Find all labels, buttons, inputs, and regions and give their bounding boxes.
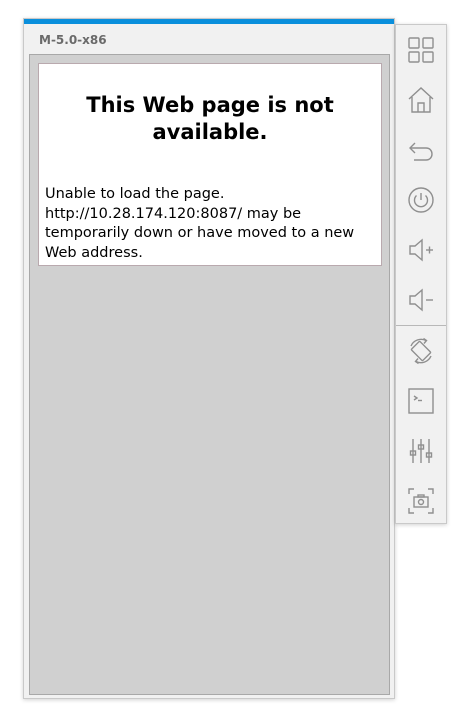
power-button[interactable]: [396, 175, 446, 225]
window-title: M-5.0-x86: [39, 33, 107, 47]
back-button[interactable]: [396, 125, 446, 175]
volume-up-icon: [409, 238, 433, 262]
back-arrow-icon: [409, 142, 433, 161]
rotate-icon: [410, 337, 432, 365]
error-message-line-2: http://10.28.174.120:8087/ may be: [45, 205, 302, 222]
error-message: Unable to load the page. http://10.28.17…: [45, 185, 375, 263]
emulator-toolbar: [395, 24, 447, 524]
screenshot-button[interactable]: [396, 476, 446, 526]
camera-icon: [408, 488, 434, 514]
volume-up-button[interactable]: [396, 225, 446, 275]
error-title: This Web page is not available.: [55, 92, 365, 146]
device-screen[interactable]: This Web page is not available. Unable t…: [29, 54, 390, 695]
rotate-button[interactable]: [396, 326, 446, 376]
emulator-window: M-5.0-x86 This Web page is not available…: [23, 18, 395, 699]
home-icon: [408, 87, 434, 113]
error-title-line-2: available.: [152, 120, 268, 144]
home-button[interactable]: [396, 75, 446, 125]
error-message-line-4: Web address.: [45, 244, 143, 261]
terminal-icon: [408, 388, 434, 414]
settings-button[interactable]: [396, 426, 446, 476]
error-message-line-3: temporarily down or have moved to a new: [45, 225, 355, 241]
web-page-error: This Web page is not available. Unable t…: [38, 63, 382, 266]
app-switch-button[interactable]: [396, 25, 446, 75]
grid-icon: [408, 37, 434, 63]
volume-down-icon: [409, 288, 433, 312]
error-message-line-1: Unable to load the page.: [45, 186, 225, 202]
volume-down-button[interactable]: [396, 275, 446, 325]
window-accent-bar: [24, 19, 394, 24]
console-button[interactable]: [396, 376, 446, 426]
power-icon: [408, 187, 434, 213]
sliders-icon: [409, 439, 433, 463]
error-title-line-1: This Web page is not: [86, 93, 334, 117]
